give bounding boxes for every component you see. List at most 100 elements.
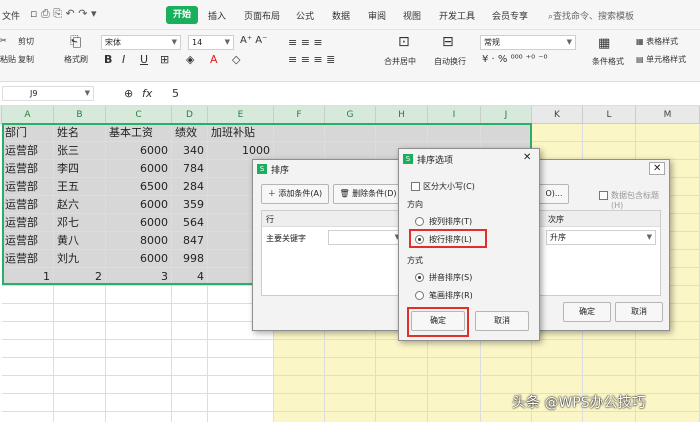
empty-cell[interactable] [54,358,106,376]
empty-cell[interactable] [636,358,700,376]
empty-cell[interactable] [274,394,325,412]
empty-cell[interactable] [583,124,636,142]
empty-cell[interactable] [376,376,428,394]
empty-cell[interactable] [106,286,172,304]
font-color-icon[interactable]: A [210,53,218,66]
zoom-icon[interactable]: ⊕ [124,87,133,100]
empty-cell[interactable] [428,358,481,376]
empty-cell[interactable] [54,340,106,358]
close-icon[interactable]: ✕ [523,152,531,163]
empty-cell[interactable] [532,412,583,422]
italic-icon[interactable]: I [122,53,125,66]
empty-cell[interactable] [208,358,274,376]
empty-cell[interactable] [2,376,54,394]
empty-cell[interactable] [325,376,376,394]
empty-cell[interactable] [208,412,274,422]
column-header-l[interactable]: L [583,106,636,124]
search-box[interactable]: ⌕查找命令、搜索模板 [548,9,634,22]
tab-view[interactable]: 视图 [403,9,421,22]
empty-cell[interactable] [208,394,274,412]
empty-cell[interactable] [106,322,172,340]
empty-cell[interactable] [583,142,636,160]
empty-cell[interactable] [274,340,325,358]
wrap-text-button[interactable]: 自动换行 [434,56,466,67]
column-header-g[interactable]: G [325,106,376,124]
empty-cell[interactable] [481,358,532,376]
empty-cell[interactable] [481,340,532,358]
paste-label[interactable]: 粘贴 [0,54,16,65]
empty-cell[interactable] [376,394,428,412]
column-header-k[interactable]: K [532,106,583,124]
menu-file[interactable]: 文件 [2,9,20,22]
scissors-icon[interactable]: ✂ [0,36,7,45]
empty-cell[interactable] [54,394,106,412]
empty-cell[interactable] [172,358,208,376]
empty-cell[interactable] [172,412,208,422]
empty-cell[interactable] [325,358,376,376]
border-icon[interactable]: ⊞ [160,53,169,66]
empty-cell[interactable] [428,340,481,358]
empty-cell[interactable] [54,376,106,394]
column-header-m[interactable]: M [636,106,700,124]
empty-cell[interactable] [172,304,208,322]
column-header-d[interactable]: D [172,106,208,124]
empty-cell[interactable] [274,376,325,394]
cut-button[interactable]: 剪切 [18,36,34,47]
align-icons[interactable]: ≡ ≡ ≡ [288,36,323,49]
empty-cell[interactable] [172,340,208,358]
empty-cell[interactable] [2,286,54,304]
empty-cell[interactable] [428,376,481,394]
empty-cell[interactable] [325,412,376,422]
empty-cell[interactable] [636,412,700,422]
stroke-radio[interactable] [415,291,424,300]
order-select[interactable]: 升序 ▼ [546,230,656,245]
empty-cell[interactable] [532,358,583,376]
empty-cell[interactable] [2,322,54,340]
empty-cell[interactable] [2,394,54,412]
number-format-icons[interactable]: ¥ · % ⁰⁰⁰ ⁺⁰ ⁻⁰ [482,54,548,65]
empty-cell[interactable] [325,340,376,358]
tab-member[interactable]: 会员专享 [492,9,528,22]
table-style-icon[interactable]: ▦ [598,36,610,51]
delete-condition-button[interactable]: 🗑 删除条件(D) [333,184,403,204]
font-size-select[interactable]: 14 ▼ [188,35,234,50]
empty-cell[interactable] [583,358,636,376]
tab-data[interactable]: 数据 [332,9,350,22]
empty-cell[interactable] [106,412,172,422]
font-family-select[interactable]: 宋体 ▼ [101,35,181,50]
column-header-b[interactable]: B [54,106,106,124]
empty-cell[interactable] [376,358,428,376]
by-column-radio[interactable] [415,217,424,226]
empty-cell[interactable] [636,142,700,160]
fill-color-icon[interactable]: ◈ [186,53,194,66]
column-header-h[interactable]: H [376,106,428,124]
column-header-a[interactable]: A [2,106,54,124]
empty-cell[interactable] [428,394,481,412]
tab-review[interactable]: 审阅 [368,9,386,22]
column-header-f[interactable]: F [274,106,325,124]
align-icons-2[interactable]: ≡ ≡ ≡ ≣ [288,53,335,66]
sort-options-button[interactable]: O)... [539,184,569,204]
column-header-i[interactable]: I [428,106,481,124]
add-condition-button[interactable]: ＋ 添加条件(A) [261,184,329,204]
tab-formula[interactable]: 公式 [296,9,314,22]
empty-cell[interactable] [208,340,274,358]
merge-center-button[interactable]: 合并居中 [384,56,416,67]
empty-cell[interactable] [532,340,583,358]
sort-cancel-button[interactable]: 取消 [615,302,663,322]
empty-cell[interactable] [274,358,325,376]
sort-ok-button[interactable]: 确定 [563,302,611,322]
empty-cell[interactable] [376,412,428,422]
empty-cell[interactable] [172,286,208,304]
column-header-j[interactable]: J [481,106,532,124]
tab-insert[interactable]: 插入 [208,9,226,22]
merge-icon[interactable]: ⊡ [398,34,410,50]
empty-cell[interactable] [2,358,54,376]
format-painter-icon[interactable]: ⎗ [70,34,81,50]
empty-cell[interactable] [2,304,54,322]
wrap-icon[interactable]: ⊟ [442,34,454,50]
cell-style-button[interactable]: ▤ 单元格样式 [636,54,686,65]
empty-cell[interactable] [583,412,636,422]
case-sensitive-checkbox[interactable] [411,182,420,191]
empty-cell[interactable] [2,412,54,422]
